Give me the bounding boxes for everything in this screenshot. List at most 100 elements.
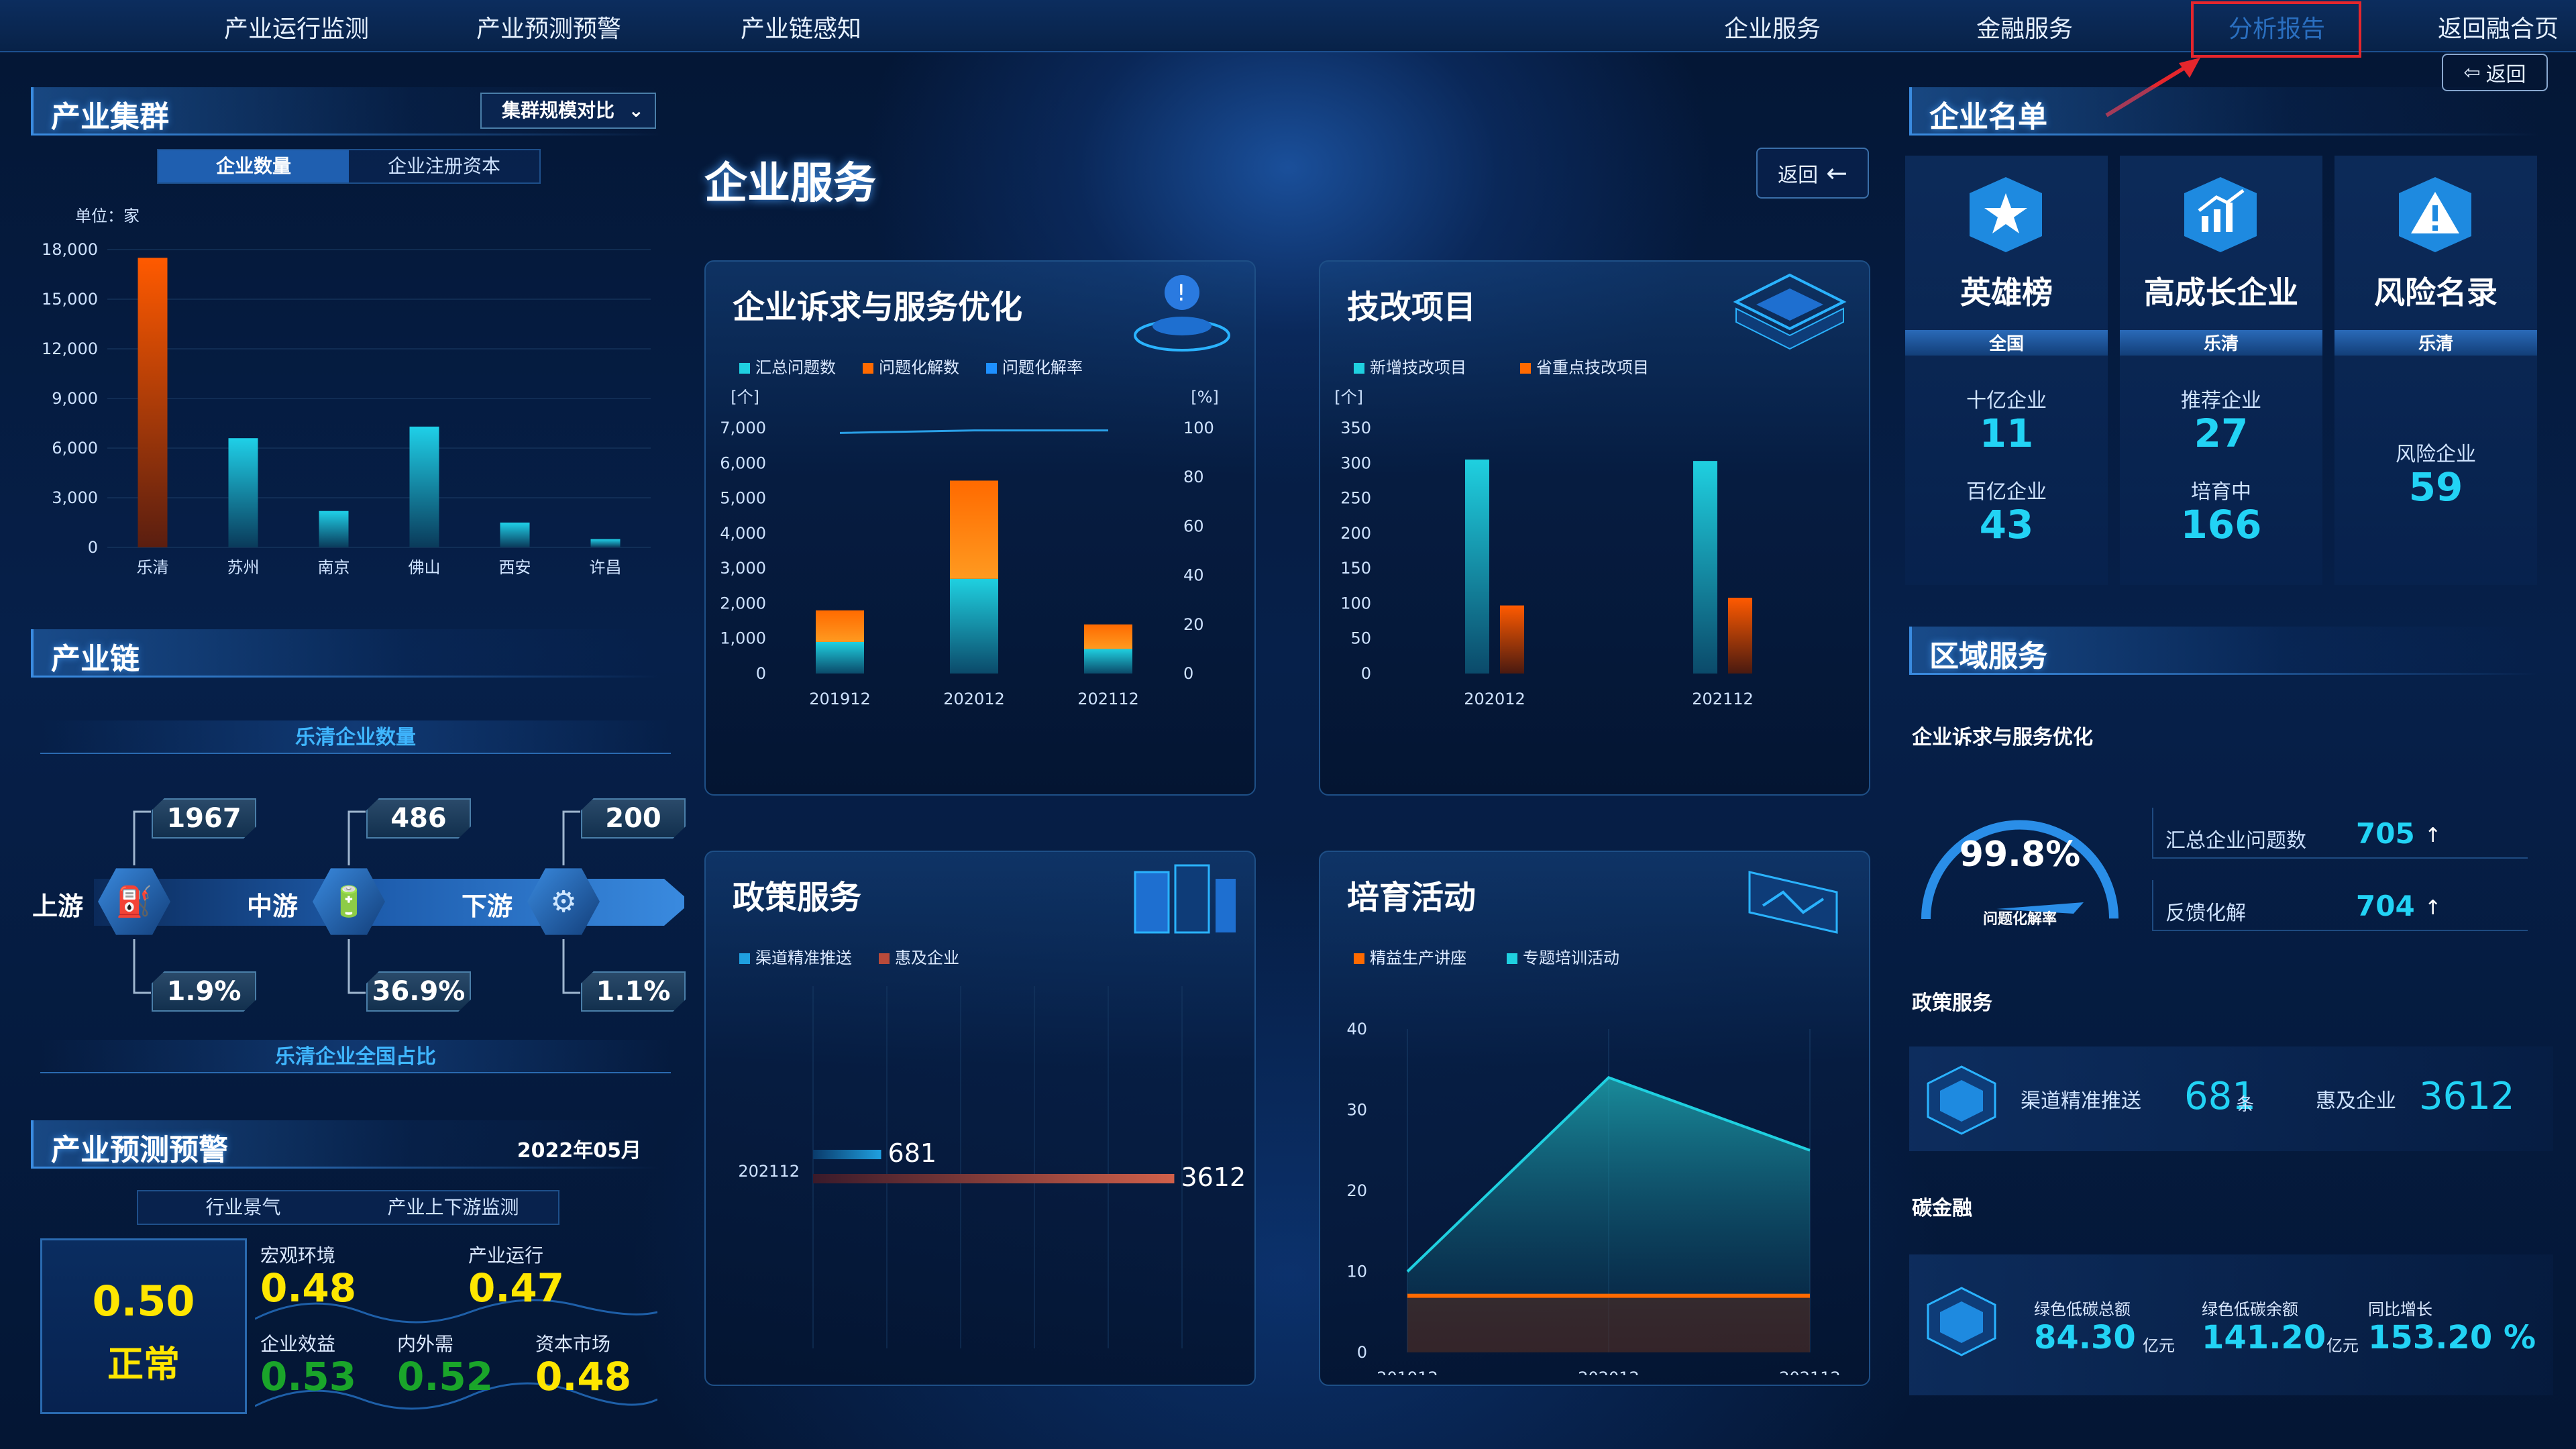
y-tick-label: 6,000: [720, 453, 766, 472]
carbon-growth-value: 153.20 %: [2368, 1319, 2536, 1356]
legend-training: 专题培训活动: [1507, 945, 1619, 968]
chevron-down-icon: ⌄: [628, 99, 644, 121]
x-tick-label: 南京: [318, 558, 350, 577]
demand-value: 0.52: [397, 1354, 494, 1399]
growth-recommended: 27: [2194, 411, 2249, 456]
cluster-tabs: 企业数量 企业注册资本: [157, 149, 541, 184]
y-tick-label: 4,000: [720, 524, 766, 543]
y-tick-label: 0: [1357, 1343, 1367, 1362]
appeal-card: 企业诉求与服务优化 ! 汇总问题数 问题化解数 问题化解率 [个] [%] 7,00…: [704, 260, 1256, 796]
bar-solved-201912: [816, 610, 864, 642]
list-panel-header: 企业名单: [1909, 87, 2540, 136]
list-col-growth[interactable]: 高成长企业 乐清 推荐企业 27 培育中 166: [2120, 156, 2322, 585]
legend-solved: 问题化解数: [863, 354, 959, 378]
y-tick-label: 30: [1346, 1101, 1367, 1120]
midstream-ratio: 36.9%: [366, 971, 471, 1012]
x-tick-label: 苏州: [227, 558, 260, 577]
train-area-chart: 40 30 20 10 0 201912 202012 202112: [1346, 1020, 1841, 1375]
y-tick-label: 10: [1346, 1263, 1367, 1281]
region-title: 区域服务: [1929, 639, 2047, 674]
bar-total-202012: [950, 578, 998, 674]
nav-chain-perception[interactable]: 产业链感知: [741, 9, 861, 44]
chain-panel-header: 产业链: [31, 629, 661, 678]
policy-bar-chart: 202112 681 3612: [738, 986, 1246, 1348]
x-tick-label: 202012: [943, 690, 1005, 708]
growth-incubating: 166: [2180, 502, 2262, 547]
x-tick-label: 202112: [1692, 690, 1754, 708]
arrow-up-icon: ↑: [2424, 896, 2442, 920]
nav-enterprise-service[interactable]: 企业服务: [1724, 9, 1821, 44]
risk-count: 59: [2408, 464, 2463, 510]
bar-solved-202012: [950, 480, 998, 579]
alert-platform-icon: !: [1134, 275, 1230, 352]
demand-label: 内外需: [397, 1333, 454, 1355]
chain-caption-top: 乐清企业数量: [40, 720, 671, 754]
tab-chain-monitor[interactable]: 产业上下游监测: [348, 1191, 558, 1224]
x-tick-label: 202012: [1578, 1368, 1640, 1375]
cluster-unit: 单位：家: [75, 207, 140, 225]
downstream-ratio: 1.1%: [581, 971, 686, 1012]
nav-return-fusion[interactable]: 返回融合页: [2438, 9, 2559, 44]
bar-push-label: 681: [888, 1138, 937, 1168]
macro-label: 宏观环境: [260, 1244, 336, 1267]
x-tick-label: 佛山: [409, 558, 441, 577]
x-tick-label: 202112: [1779, 1368, 1841, 1375]
y-tick-label: 0: [756, 664, 766, 683]
warning-icon: [2394, 173, 2477, 256]
forecast-status: 正常: [107, 1343, 180, 1385]
nav-industry-monitor[interactable]: 产业运行监测: [224, 9, 369, 44]
chain-caption-bottom: 乐清企业全国占比: [40, 1040, 671, 1073]
policy-summary: 渠道精准推送 681 条 惠及企业 3612: [1909, 1046, 2553, 1151]
top-nav: 产业运行监测 产业预测预警 产业链感知 企业服务 金融服务 分析报告 返回融合页: [0, 0, 2576, 52]
cluster-title: 产业集群: [51, 100, 169, 134]
tab-enterprise-count[interactable]: 企业数量: [158, 150, 349, 182]
downstream-count: 200: [581, 798, 686, 839]
bar-佛山: [409, 426, 439, 547]
benefit-label: 企业效益: [260, 1333, 336, 1355]
forecast-tabs: 行业景气 产业上下游监测: [137, 1190, 559, 1225]
legend-rate: 问题化解率: [986, 354, 1083, 378]
legend-total: 汇总问题数: [739, 354, 836, 378]
back-button[interactable]: ⇦ 返回: [2442, 54, 2548, 91]
tab-registered-capital[interactable]: 企业注册资本: [349, 150, 539, 182]
nav-finance-service[interactable]: 金融服务: [1976, 9, 2073, 44]
y-tick-label: 300: [1340, 453, 1371, 472]
legend-lecture: 精益生产讲座: [1354, 945, 1466, 968]
bar-solved-202112: [1084, 624, 1132, 649]
x-tick-label: 乐清: [137, 558, 169, 577]
forecast-panel-header: 产业预测预警 2022年05月: [31, 1120, 661, 1169]
appeal-bar-chart: [个] [%] 7,000 6,000 5,000 4,000 3,000 2,000 1,00…: [720, 388, 1218, 708]
bar-new-202012: [1465, 460, 1489, 674]
x-tick-label: 202012: [1464, 690, 1525, 708]
x-tick-label: 201912: [1377, 1368, 1438, 1375]
y2-tick-label: 60: [1183, 517, 1204, 535]
y-tick-label: 18,000: [42, 240, 98, 259]
chain-label-downstream: 下游: [462, 892, 513, 921]
bar-苏州: [228, 438, 258, 547]
list-col-heroes[interactable]: 英雄榜 全国 十亿企业 11 百亿企业 43: [1905, 156, 2108, 585]
y-tick-label: 9,000: [52, 389, 98, 408]
chain-label-midstream: 中游: [247, 892, 299, 921]
train-card: 培育活动 精益生产讲座 专题培训活动 40 30 20 10 0 201912 202012…: [1319, 851, 1870, 1386]
bar-乐清: [138, 258, 168, 547]
gauge-label: 问题化解率: [1982, 911, 2057, 928]
gauge-value: 99.8%: [1959, 835, 2081, 875]
appeal-title: 企业诉求与服务优化: [733, 288, 1023, 326]
list-col-risk[interactable]: 风险名录 乐清 风险企业 59: [2334, 156, 2537, 585]
bar-许昌: [590, 539, 621, 547]
y2-tick-label: 40: [1183, 566, 1204, 585]
y2-tick-label: 0: [1183, 664, 1193, 683]
nav-industry-warning[interactable]: 产业预测预警: [476, 9, 621, 44]
policy-title: 政策服务: [733, 879, 862, 916]
heroes-hundred-billion: 43: [1979, 502, 2034, 547]
chain-title: 产业链: [51, 642, 140, 676]
y-unit-left: [个]: [731, 388, 759, 407]
back-arrow-icon: ⇦: [2463, 60, 2481, 85]
y-tick-label: 15,000: [42, 290, 98, 309]
arrow-up-icon: ↑: [2424, 824, 2442, 847]
tab-industry-climate[interactable]: 行业景气: [138, 1191, 348, 1224]
tech-title: 技改项目: [1347, 288, 1477, 326]
bar-key-202012: [1500, 605, 1524, 674]
center-back-button[interactable]: 返回 ←: [1756, 148, 1869, 199]
cluster-select[interactable]: 集群规模对比 ⌄: [480, 93, 656, 129]
